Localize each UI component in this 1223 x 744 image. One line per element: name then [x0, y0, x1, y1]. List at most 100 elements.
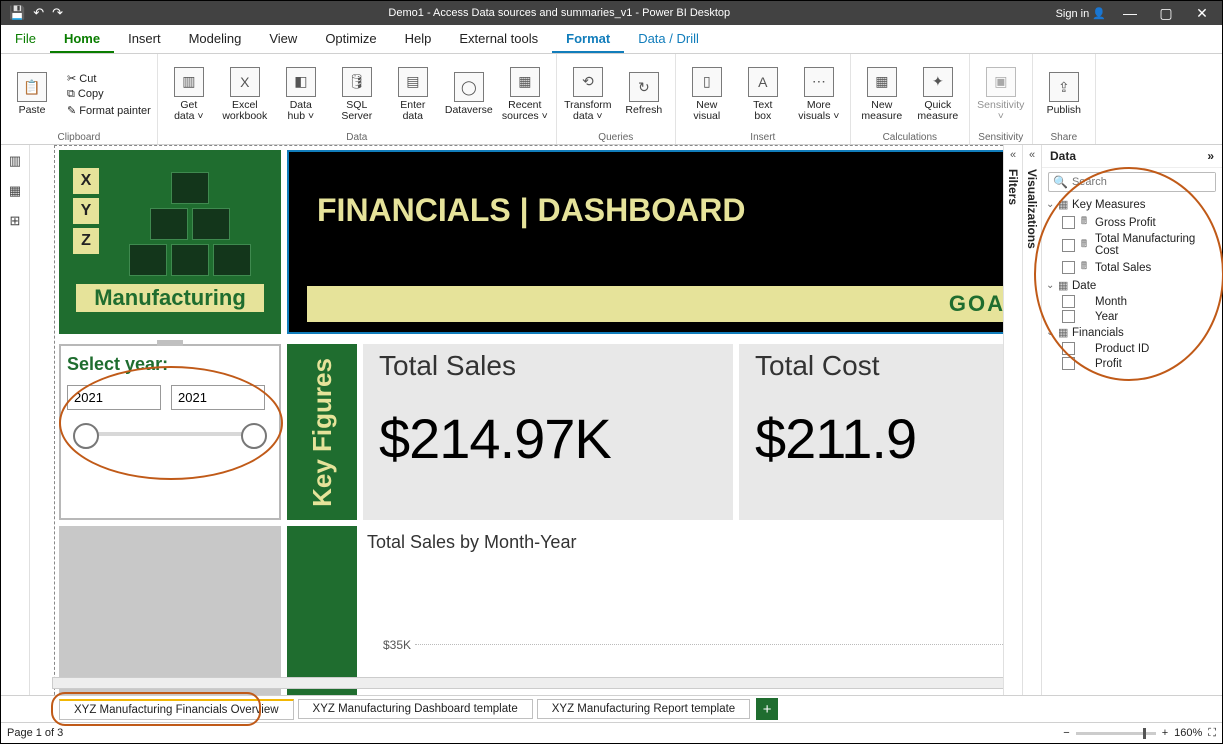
tab-modeling[interactable]: Modeling: [175, 25, 256, 53]
new-visual-button[interactable]: ▯New visual: [682, 67, 732, 122]
report-canvas[interactable]: X Y Z Manufacturing FINANCIALS | DASHBOA…: [54, 145, 1003, 695]
tab-format[interactable]: Format: [552, 25, 624, 53]
group-data-label: Data: [164, 132, 550, 144]
fields-search-input[interactable]: [1072, 173, 1215, 191]
card-value: $214.97K: [379, 406, 717, 471]
copy-button[interactable]: ⧉ Copy: [67, 88, 151, 101]
page-tab-3[interactable]: XYZ Manufacturing Report template: [537, 699, 750, 719]
zoom-out-button[interactable]: −: [1063, 727, 1069, 739]
field-month[interactable]: Month: [1042, 294, 1222, 309]
fit-page-icon[interactable]: ⛶: [1208, 727, 1216, 740]
logo-manufacturing-label: Manufacturing: [74, 282, 266, 314]
text-box-button[interactable]: AText box: [738, 67, 788, 122]
visualizations-pane-collapsed[interactable]: « Visualizations: [1022, 145, 1041, 695]
slicer-thumb-left[interactable]: [73, 423, 99, 449]
excel-workbook-button[interactable]: XExcel workbook: [220, 67, 270, 122]
publish-button[interactable]: ⇪Publish: [1039, 72, 1089, 116]
slicer-track[interactable]: [75, 432, 265, 436]
zoom-slider[interactable]: [1076, 732, 1156, 735]
logo-card[interactable]: X Y Z Manufacturing: [59, 150, 281, 334]
close-button[interactable]: ✕: [1190, 1, 1214, 25]
cut-button[interactable]: ✂ Cut: [67, 72, 151, 85]
add-page-button[interactable]: +: [756, 698, 778, 720]
tab-insert[interactable]: Insert: [114, 25, 175, 53]
field-year[interactable]: Year: [1042, 309, 1222, 324]
expand-visualizations-icon[interactable]: «: [1029, 145, 1035, 165]
group-clipboard-label: Clipboard: [7, 132, 151, 144]
field-total-sales[interactable]: 🖩Total Sales: [1042, 258, 1222, 277]
sql-server-button[interactable]: 🛢SQL Server: [332, 67, 382, 122]
zoom-in-button[interactable]: +: [1162, 727, 1168, 739]
field-profit[interactable]: Profit: [1042, 356, 1222, 371]
checkbox[interactable]: [1062, 261, 1075, 274]
table-financials[interactable]: ⌄▦Financials: [1042, 324, 1222, 341]
slicer-to-input[interactable]: [171, 385, 265, 410]
key-figures-label: Key Figures: [287, 344, 357, 520]
sales-by-month-chart[interactable]: Total Sales by Month-Year $35K: [363, 526, 1003, 695]
more-visuals-button[interactable]: ⋯More visuals ˅: [794, 67, 844, 122]
card-caption: Total Sales: [379, 350, 717, 382]
enter-data-button[interactable]: ▤Enter data: [388, 67, 438, 122]
field-product-id[interactable]: Product ID: [1042, 341, 1222, 356]
checkbox[interactable]: [1062, 239, 1075, 252]
transform-data-button[interactable]: ⟲Transform data ˅: [563, 67, 613, 122]
table-date[interactable]: ⌄▦Date: [1042, 277, 1222, 294]
model-view-icon[interactable]: ⊞: [10, 213, 21, 229]
fields-search[interactable]: 🔍: [1048, 172, 1216, 192]
paste-button[interactable]: 📋Paste: [7, 72, 57, 116]
checkbox[interactable]: [1062, 216, 1075, 229]
save-icon[interactable]: 💾: [9, 5, 25, 21]
total-cost-card[interactable]: Total Cost $211.9: [739, 344, 1003, 520]
tab-view[interactable]: View: [255, 25, 311, 53]
refresh-button[interactable]: ↻Refresh: [619, 72, 669, 116]
recent-sources-button[interactable]: ▦Recent sources ˅: [500, 67, 550, 122]
tab-optimize[interactable]: Optimize: [311, 25, 390, 53]
horizontal-scrollbar[interactable]: [52, 677, 1003, 689]
card-value: $211.9: [755, 406, 997, 471]
slicer-resize-handle[interactable]: [157, 340, 183, 346]
group-sensitivity-label: Sensitivity: [976, 132, 1026, 144]
slicer-thumb-right[interactable]: [241, 423, 267, 449]
field-gross-profit[interactable]: 🖩Gross Profit: [1042, 213, 1222, 232]
get-data-button[interactable]: ▥Get data ˅: [164, 67, 214, 122]
expand-filters-icon[interactable]: «: [1010, 145, 1016, 165]
checkbox[interactable]: [1062, 295, 1075, 308]
table-view-icon[interactable]: ▦: [9, 183, 21, 199]
tab-file[interactable]: File: [1, 25, 50, 53]
slicer-from-input[interactable]: [67, 385, 161, 410]
checkbox[interactable]: [1062, 357, 1075, 370]
checkbox[interactable]: [1062, 310, 1075, 323]
checkbox[interactable]: [1062, 342, 1075, 355]
goals-banner: GOA: [307, 286, 1003, 322]
minimize-button[interactable]: —: [1118, 1, 1142, 25]
chart-gridline: [415, 644, 1003, 646]
report-view-icon[interactable]: ▥: [9, 153, 21, 169]
total-sales-card[interactable]: Total Sales $214.97K: [363, 344, 733, 520]
dataverse-button[interactable]: ◯Dataverse: [444, 72, 494, 116]
tab-data-drill[interactable]: Data / Drill: [624, 25, 713, 53]
tab-home[interactable]: Home: [50, 25, 114, 53]
field-total-manufacturing-cost[interactable]: 🖩Total Manufacturing Cost: [1042, 232, 1222, 258]
tab-help[interactable]: Help: [391, 25, 446, 53]
signin-button[interactable]: Sign in 👤: [1056, 7, 1106, 20]
year-slicer[interactable]: Select year:: [59, 344, 281, 520]
boxes-icon: [127, 170, 253, 278]
undo-icon[interactable]: ↶: [33, 5, 44, 21]
dashboard-title-card[interactable]: FINANCIALS | DASHBOARD GOA: [287, 150, 1003, 334]
redo-icon[interactable]: ↷: [52, 5, 63, 21]
new-measure-button[interactable]: ▦New measure: [857, 67, 907, 122]
dashboard-title: FINANCIALS | DASHBOARD: [317, 192, 1003, 229]
collapse-data-icon[interactable]: »: [1207, 149, 1214, 163]
tab-external-tools[interactable]: External tools: [445, 25, 552, 53]
view-rail: ▥ ▦ ⊞: [1, 145, 30, 695]
quick-measure-button[interactable]: ✦Quick measure: [913, 67, 963, 122]
data-pane-title: Data: [1050, 149, 1076, 163]
format-painter-button[interactable]: ✎ Format painter: [67, 104, 151, 117]
page-tab-2[interactable]: XYZ Manufacturing Dashboard template: [298, 699, 533, 719]
filters-pane-collapsed[interactable]: « Filters: [1003, 145, 1022, 695]
page-tab-1[interactable]: XYZ Manufacturing Financials Overview: [59, 699, 294, 720]
sensitivity-button[interactable]: ▣Sensitivity ˅: [976, 67, 1026, 122]
data-hub-button[interactable]: ◧Data hub ˅: [276, 67, 326, 122]
maximize-button[interactable]: ▢: [1154, 1, 1178, 25]
table-key-measures[interactable]: ⌄▦Key Measures: [1042, 196, 1222, 213]
